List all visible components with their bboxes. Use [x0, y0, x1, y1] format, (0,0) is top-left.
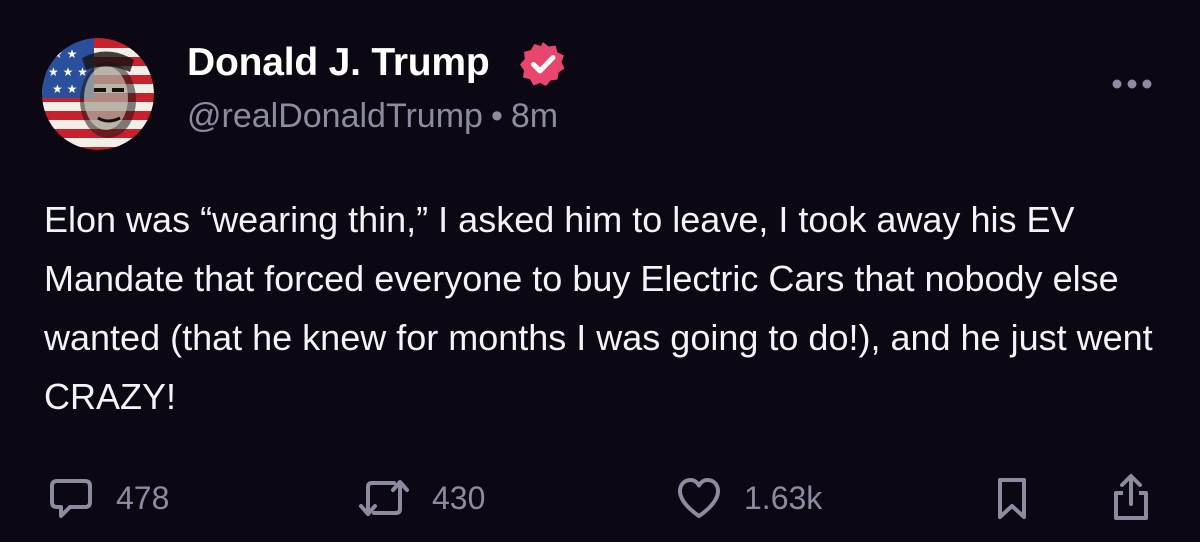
- reply-icon: [50, 479, 92, 518]
- bookmark-icon: [998, 478, 1026, 519]
- share-button[interactable]: [1110, 468, 1152, 528]
- svg-text:★ ★ ★: ★ ★ ★: [48, 65, 88, 79]
- repost-count: 430: [432, 480, 486, 516]
- handle[interactable]: @realDonaldTrump: [187, 97, 483, 135]
- separator-dot: •: [490, 97, 503, 135]
- handle-line: @realDonaldTrump • 8m: [187, 95, 558, 137]
- timestamp[interactable]: 8m: [511, 97, 558, 135]
- more-icon[interactable]: [1110, 72, 1154, 96]
- repost-icon: [359, 480, 409, 516]
- post-text: Elon was “wearing thin,” I asked him to …: [44, 199, 1153, 417]
- like-button[interactable]: 1.63k: [676, 468, 822, 528]
- like-count: 1.63k: [744, 480, 823, 516]
- reply-count: 478: [116, 480, 170, 516]
- display-name[interactable]: Donald J. Trump: [187, 40, 490, 86]
- action-bar: 478 430 1.63k: [0, 468, 1200, 528]
- share-icon: [1114, 474, 1148, 520]
- svg-text:★ ★: ★ ★: [52, 82, 77, 96]
- heart-icon: [678, 478, 720, 518]
- repost-button[interactable]: 430: [358, 468, 485, 528]
- post-card: ★ ★ ★ ★ ★ ★ ★ Donald J. Trump @realDonal…: [0, 0, 1200, 542]
- bookmark-button[interactable]: [994, 468, 1030, 528]
- svg-text:★ ★: ★ ★: [52, 47, 77, 61]
- avatar[interactable]: ★ ★ ★ ★ ★ ★ ★: [42, 38, 154, 150]
- verified-badge-icon: [519, 40, 567, 88]
- reply-button[interactable]: 478: [48, 468, 169, 528]
